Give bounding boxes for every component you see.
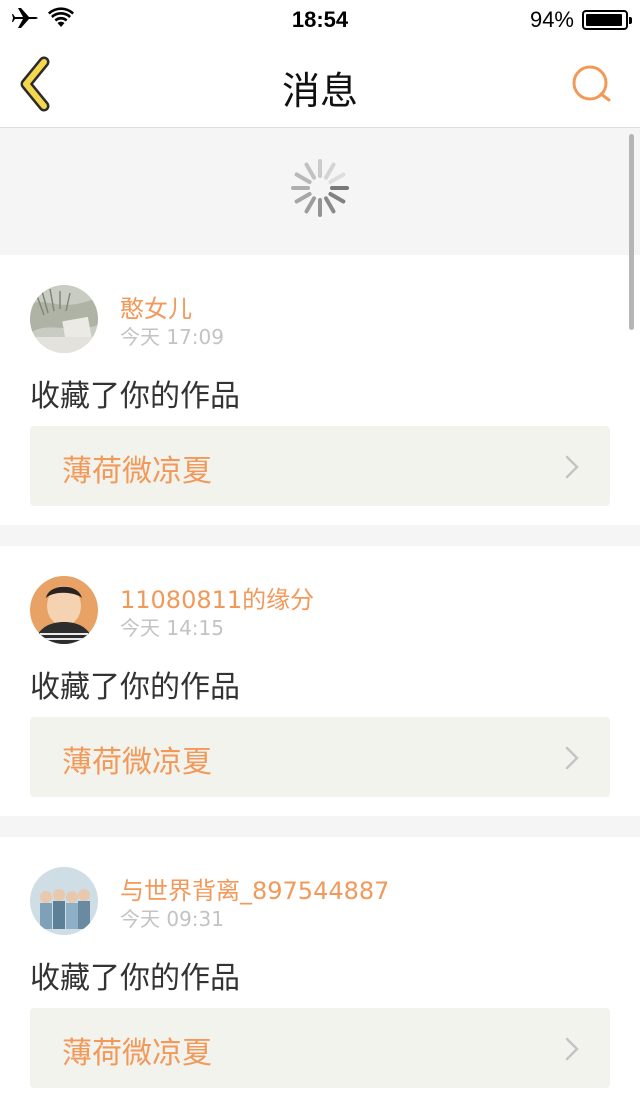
spinner-spoke — [324, 162, 336, 180]
avatar[interactable] — [30, 285, 98, 353]
chevron-right-icon — [565, 1037, 579, 1061]
message-time: 今天 09:31 — [120, 907, 224, 931]
refresh-area — [0, 128, 640, 254]
chevron-right-icon — [565, 746, 579, 770]
status-bar: 18:54 94% — [0, 0, 640, 40]
message-card[interactable]: 11080811的缘分 今天 14:15 收藏了你的作品 薄荷微凉夏 — [0, 546, 640, 816]
spinner-spoke — [328, 172, 346, 184]
spinner-spoke — [324, 196, 336, 214]
message-card[interactable]: 憨女儿 今天 17:09 收藏了你的作品 薄荷微凉夏 — [0, 255, 640, 525]
battery-level — [586, 14, 622, 26]
avatar[interactable] — [30, 576, 98, 644]
search-icon — [572, 65, 611, 102]
work-title: 薄荷微凉夏 — [62, 1036, 212, 1071]
status-right: 94% — [529, 7, 632, 33]
spinner-spoke — [304, 162, 316, 180]
battery-percent: 94% — [529, 7, 574, 32]
work-title: 薄荷微凉夏 — [62, 745, 212, 780]
message-time: 今天 17:09 — [120, 325, 224, 349]
page-title: 消息 — [281, 69, 358, 113]
work-link[interactable]: 薄荷微凉夏 — [30, 426, 610, 506]
battery-icon — [582, 10, 632, 30]
sender-name[interactable]: 与世界背离_897544887 — [120, 871, 389, 906]
message-action: 收藏了你的作品 — [30, 670, 240, 705]
nav-bar: 消息 — [0, 40, 640, 128]
spinner-spoke — [304, 196, 316, 214]
search-button[interactable] — [570, 64, 614, 106]
work-link[interactable]: 薄荷微凉夏 — [30, 1008, 610, 1088]
spinner-spoke — [294, 172, 312, 184]
spinner-spoke — [294, 192, 312, 204]
chevron-right-icon — [565, 455, 579, 479]
message-time: 今天 14:15 — [120, 616, 224, 640]
loading-spinner-icon — [291, 159, 349, 217]
spinner-spoke — [328, 192, 346, 204]
sender-name[interactable]: 11080811的缘分 — [120, 580, 314, 615]
scrollbar[interactable] — [629, 134, 634, 330]
message-action: 收藏了你的作品 — [30, 379, 240, 414]
sender-name[interactable]: 憨女儿 — [120, 289, 192, 324]
work-title: 薄荷微凉夏 — [62, 454, 212, 489]
avatar[interactable] — [30, 867, 98, 935]
message-card[interactable]: 与世界背离_897544887 今天 09:31 收藏了你的作品 薄荷微凉夏 — [0, 837, 640, 1107]
work-link[interactable]: 薄荷微凉夏 — [30, 717, 610, 797]
